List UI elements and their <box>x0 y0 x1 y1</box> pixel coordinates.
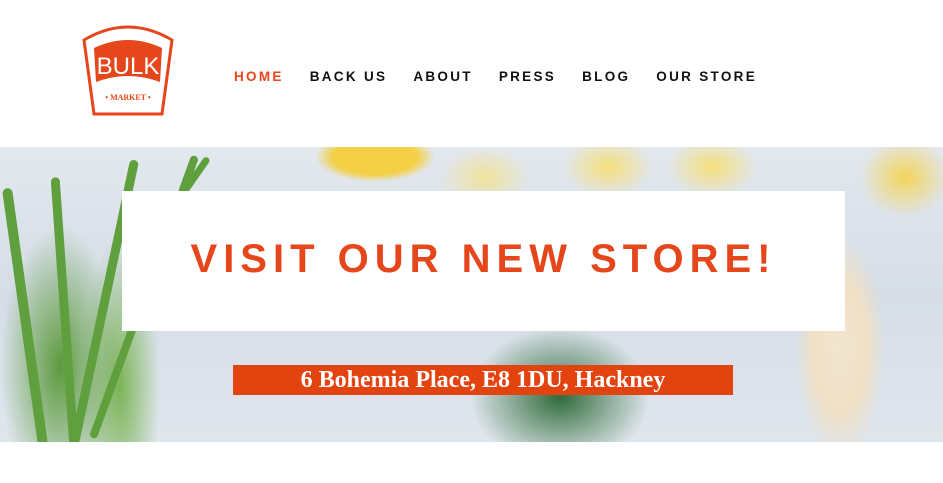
vegetable-stalk <box>1 187 49 442</box>
vegetable-stalk <box>50 177 79 442</box>
nav-our-store[interactable]: OUR STORE <box>656 69 757 84</box>
promo-title: VISIT OUR NEW STORE! <box>190 237 777 281</box>
nav-press[interactable]: PRESS <box>499 69 556 84</box>
svg-text:BULK: BULK <box>97 53 160 80</box>
site-header: BULK • MARKET • HOME BACK US ABOUT PRESS… <box>0 0 943 147</box>
nav-about[interactable]: ABOUT <box>413 69 473 84</box>
nav-home[interactable]: HOME <box>234 69 284 84</box>
nav-back-us[interactable]: BACK US <box>310 69 388 84</box>
main-nav: HOME BACK US ABOUT PRESS BLOG OUR STORE <box>234 69 783 84</box>
bulk-market-logo[interactable]: BULK • MARKET • <box>76 20 180 118</box>
nav-blog[interactable]: BLOG <box>582 69 630 84</box>
svg-text:• MARKET •: • MARKET • <box>105 93 151 102</box>
promo-card: VISIT OUR NEW STORE! <box>122 191 845 331</box>
store-address: 6 Bohemia Place, E8 1DU, Hackney <box>233 365 733 395</box>
